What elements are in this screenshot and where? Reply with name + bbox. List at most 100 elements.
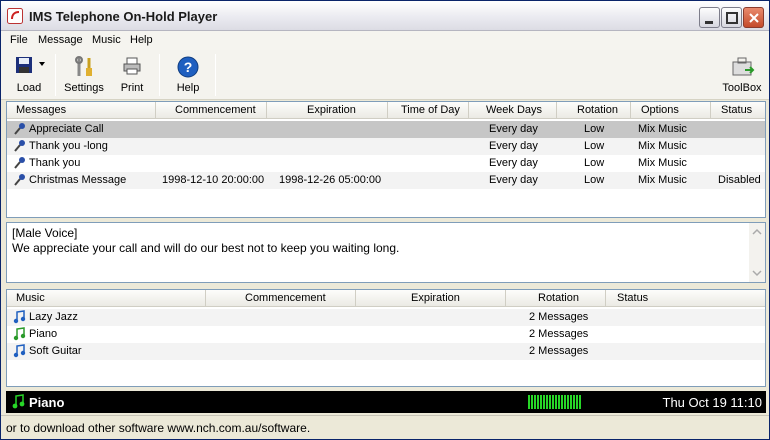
svg-text:?: ?	[184, 59, 193, 75]
col-header-week-days[interactable]: Week Days	[469, 102, 557, 119]
help-question-icon: ?	[177, 56, 199, 78]
col-header-commencement[interactable]: Commencement	[206, 290, 356, 307]
music-note-playing-icon	[13, 327, 26, 341]
col-header-status[interactable]: Status	[711, 102, 765, 119]
now-playing-bar: Piano Thu Oct 19 11:10	[6, 391, 766, 413]
meter-segment	[555, 395, 557, 409]
message-name: Thank you	[29, 157, 81, 169]
floppy-disk-icon	[16, 57, 32, 73]
col-header-time-of-day[interactable]: Time of Day	[388, 102, 469, 119]
col-header-music[interactable]: Music	[7, 290, 206, 307]
menu-message[interactable]: Message	[38, 34, 83, 46]
music-note-icon	[12, 394, 25, 409]
col-header-rotation[interactable]: Rotation	[506, 290, 606, 307]
menu-bar: File Message Music Help	[1, 31, 769, 50]
music-note-icon	[13, 344, 26, 358]
music-rotation: 2 Messages	[529, 311, 589, 323]
volume-level-meter	[528, 395, 581, 409]
meter-segment	[567, 395, 569, 409]
message-row[interactable]: Appreciate Call Every day Low Mix Music	[7, 121, 765, 138]
status-text: or to download other software www.nch.co…	[6, 421, 311, 435]
print-button[interactable]: Print	[113, 52, 151, 98]
message-commencement: 1998-12-10 20:00:00	[162, 174, 265, 186]
col-header-expiration[interactable]: Expiration	[267, 102, 388, 119]
music-row[interactable]: Soft Guitar 2 Messages	[7, 343, 765, 360]
settings-button[interactable]: Settings	[61, 52, 107, 98]
meter-segment	[549, 395, 551, 409]
meter-segment	[558, 395, 560, 409]
col-header-messages[interactable]: Messages	[7, 102, 156, 119]
toolbox-label: ToolBox	[722, 82, 762, 94]
music-note-icon	[13, 310, 26, 324]
message-week-days: Every day	[489, 140, 538, 152]
microphone-icon	[14, 174, 25, 186]
message-row[interactable]: Thank you -long Every day Low Mix Music	[7, 138, 765, 155]
microphone-icon	[14, 140, 25, 152]
toolbox-button[interactable]: ToolBox	[719, 52, 765, 98]
message-row[interactable]: Thank you Every day Low Mix Music	[7, 155, 765, 172]
toolbar-separator	[215, 54, 216, 96]
music-list-header: Music Commencement Expiration Rotation S…	[7, 290, 765, 307]
meter-segment	[573, 395, 575, 409]
messages-list[interactable]: Messages Commencement Expiration Time of…	[6, 101, 766, 218]
message-row[interactable]: Christmas Message 1998-12-10 20:00:00 19…	[7, 172, 765, 189]
message-rotation: Low	[584, 140, 605, 152]
col-header-status[interactable]: Status	[606, 290, 765, 307]
maximize-button[interactable]	[721, 7, 742, 28]
meter-segment	[570, 395, 572, 409]
message-text: [Male Voice] We appreciate your call and…	[12, 226, 399, 256]
music-rotation: 2 Messages	[529, 345, 589, 357]
window-title: IMS Telephone On-Hold Player	[29, 9, 218, 24]
meter-segment	[528, 395, 530, 409]
scroll-up-arrow-icon[interactable]	[750, 225, 764, 239]
load-button[interactable]: Load	[7, 52, 51, 98]
minimize-button[interactable]	[699, 7, 720, 28]
title-bar[interactable]: IMS Telephone On-Hold Player	[1, 1, 769, 31]
meter-segment	[564, 395, 566, 409]
meter-segment	[534, 395, 536, 409]
message-options: Mix Music	[638, 157, 687, 169]
microphone-icon	[14, 157, 25, 169]
vertical-scrollbar[interactable]	[749, 223, 765, 282]
menu-file[interactable]: File	[10, 34, 28, 46]
message-name: Christmas Message	[29, 174, 127, 186]
meter-segment	[540, 395, 542, 409]
toolbar-separator	[55, 54, 56, 96]
scroll-down-arrow-icon[interactable]	[750, 266, 764, 280]
menu-help[interactable]: Help	[130, 34, 153, 46]
dropdown-arrow-icon[interactable]	[39, 62, 47, 68]
message-rotation: Low	[584, 174, 605, 186]
messages-list-header: Messages Commencement Expiration Time of…	[7, 102, 765, 119]
app-window: IMS Telephone On-Hold Player File Messag…	[0, 0, 770, 440]
message-expiration: 1998-12-26 05:00:00	[279, 174, 382, 186]
music-row[interactable]: Lazy Jazz 2 Messages	[7, 309, 765, 326]
col-header-rotation[interactable]: Rotation	[557, 102, 631, 119]
now-playing-clock: Thu Oct 19 11:10	[662, 395, 763, 410]
meter-segment	[546, 395, 548, 409]
menu-music[interactable]: Music	[92, 34, 121, 46]
music-list[interactable]: Music Commencement Expiration Rotation S…	[6, 289, 766, 387]
message-week-days: Every day	[489, 157, 538, 169]
music-name: Soft Guitar	[29, 345, 82, 357]
print-label: Print	[120, 82, 144, 94]
col-header-commencement[interactable]: Commencement	[156, 102, 267, 119]
col-header-expiration[interactable]: Expiration	[356, 290, 506, 307]
col-header-options[interactable]: Options	[631, 102, 711, 119]
meter-segment	[579, 395, 581, 409]
telephone-app-icon	[7, 8, 23, 24]
message-name: Appreciate Call	[29, 123, 104, 135]
message-week-days: Every day	[489, 174, 538, 186]
message-options: Mix Music	[638, 140, 687, 152]
music-row[interactable]: Piano 2 Messages	[7, 326, 765, 343]
meter-segment	[531, 395, 533, 409]
music-name: Lazy Jazz	[29, 311, 78, 323]
maximize-icon	[726, 12, 738, 24]
message-text-voice: [Male Voice]	[12, 226, 78, 240]
message-text-panel[interactable]: [Male Voice] We appreciate your call and…	[6, 222, 766, 283]
message-text-body: We appreciate your call and will do our …	[12, 241, 400, 255]
message-options: Mix Music	[638, 174, 687, 186]
meter-segment	[561, 395, 563, 409]
help-button[interactable]: ? Help	[167, 52, 209, 98]
close-button[interactable]	[743, 7, 764, 28]
help-label: Help	[176, 82, 200, 94]
